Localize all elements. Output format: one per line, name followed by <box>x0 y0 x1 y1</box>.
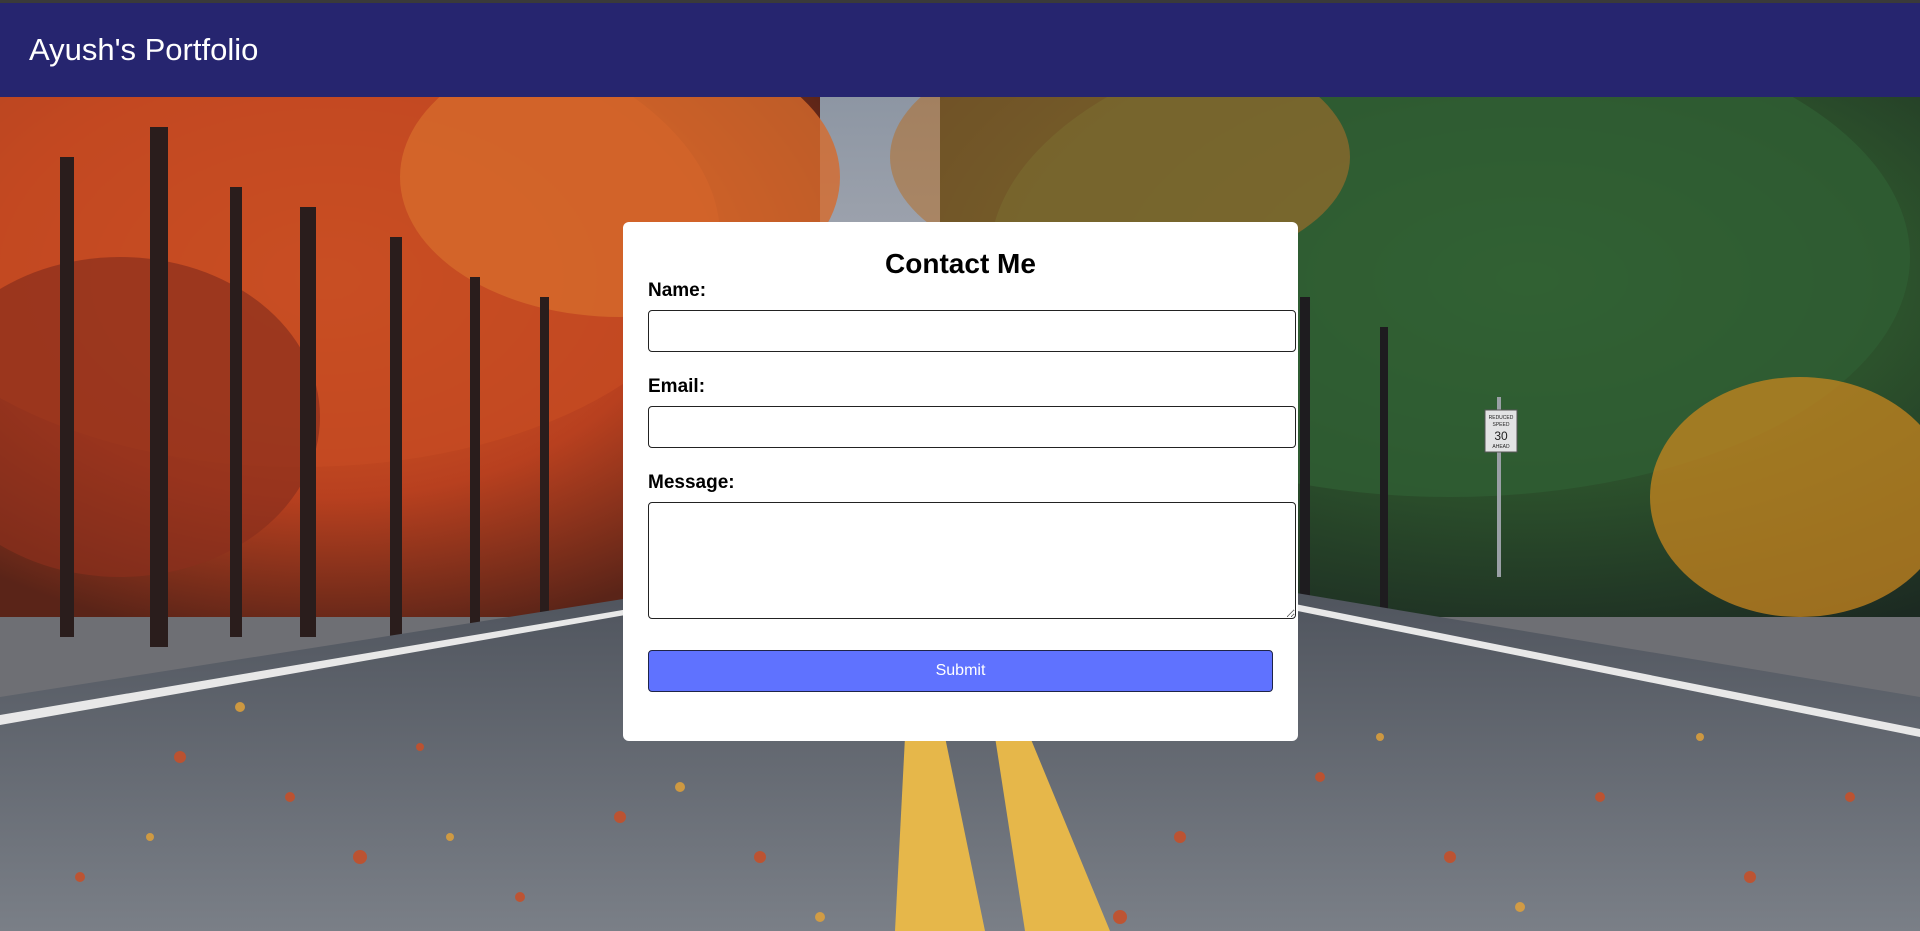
email-input[interactable] <box>648 406 1296 448</box>
site-title[interactable]: Ayush's Portfolio <box>29 32 258 68</box>
site-header: Ayush's Portfolio <box>0 3 1920 97</box>
sign-text-4: AHEAD <box>1492 444 1510 450</box>
message-label: Message: <box>648 472 735 493</box>
name-input[interactable] <box>648 310 1296 352</box>
contact-card: Contact Me Name: Email: Message: Submit <box>623 222 1298 741</box>
message-textarea[interactable] <box>648 502 1296 619</box>
sign-text-2: SPEED <box>1493 422 1510 428</box>
sign-text-3: 30 <box>1494 429 1508 443</box>
submit-button[interactable]: Submit <box>648 650 1273 692</box>
contact-heading: Contact Me <box>885 248 1036 279</box>
email-label: Email: <box>648 376 706 397</box>
sign-text-1: REDUCED <box>1489 415 1514 421</box>
name-label: Name: <box>648 280 707 301</box>
